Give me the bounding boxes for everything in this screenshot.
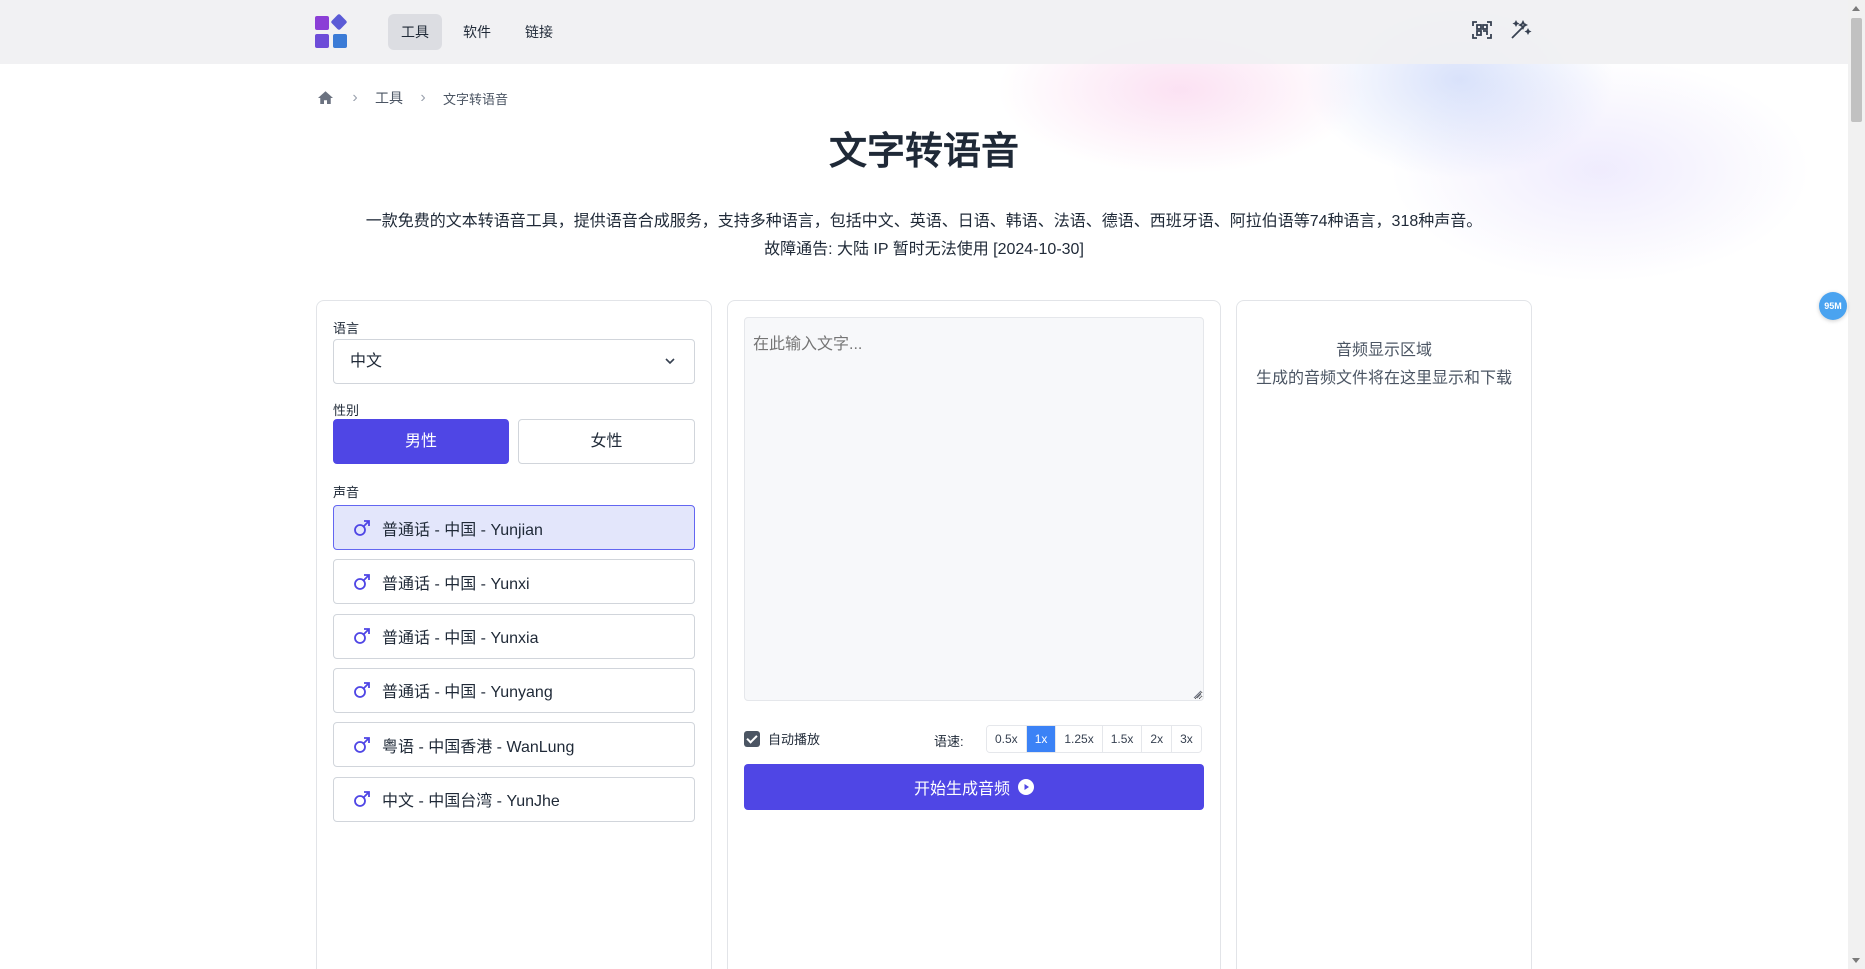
nav-item-links[interactable]: 链接	[512, 14, 566, 50]
play-circle-icon	[1018, 779, 1034, 795]
audio-panel: 音频显示区域 生成的音频文件将在这里显示和下载	[1236, 300, 1532, 969]
voice-option[interactable]: 普通话 - 中国 - Yunxia	[333, 613, 695, 659]
floating-badge[interactable]: 95M	[1819, 292, 1847, 320]
gender-female-button[interactable]: 女性	[518, 419, 695, 464]
scroll-up-icon[interactable]	[1852, 6, 1860, 11]
voice-option[interactable]: 普通话 - 中国 - Yunyang	[333, 667, 695, 713]
chevron-down-icon	[665, 358, 675, 365]
male-icon	[354, 682, 370, 699]
voice-option-label: 普通话 - 中国 - Yunxia	[382, 630, 539, 648]
chevron-right-icon: ›	[420, 89, 426, 106]
description-text: 一款免费的文本转语音工具，提供语音合成服务，支持多种语言，包括中文、英语、日语、…	[365, 213, 1483, 230]
generate-audio-button[interactable]: 开始生成音频	[744, 764, 1204, 810]
generate-label: 开始生成音频	[913, 781, 1010, 798]
speed-option[interactable]: 1.25x	[1056, 726, 1103, 752]
editor-panel: 自动播放 语速: 0.5x1x1.25x1.5x2x3x 开始生成音频	[727, 300, 1221, 969]
settings-panel: 语言 中文 性别 男性 女性 声音 普通话 - 中国 - Yunjian 普通话 …	[316, 300, 712, 969]
male-icon	[354, 736, 370, 753]
breadcrumb-tools[interactable]: 工具	[375, 88, 403, 108]
male-icon	[354, 573, 370, 590]
gender-label: 性别	[333, 403, 360, 418]
notice-text: 故障通告: 大陆 IP 暂时无法使用 [2024-10-30]	[764, 241, 1084, 258]
main-nav: 工具 软件 链接	[388, 14, 566, 50]
chevron-right-icon: ›	[352, 89, 358, 106]
voice-option[interactable]: 粤语 - 中国香港 - WanLung	[333, 722, 695, 768]
speed-option[interactable]: 0.5x	[987, 726, 1027, 752]
male-icon	[354, 791, 370, 807]
male-icon	[354, 519, 370, 536]
voice-option[interactable]: 普通话 - 中国 - Yunjian	[333, 505, 695, 550]
voice-option-label: 普通话 - 中国 - Yunxi	[382, 575, 530, 593]
scan-icon[interactable]	[1470, 18, 1494, 42]
nav-item-software[interactable]: 软件	[450, 14, 504, 50]
page-description: 一款免费的文本转语音工具，提供语音合成服务，支持多种语言，包括中文、英语、日语、…	[0, 208, 1848, 264]
page-scrollbar[interactable]	[1848, 0, 1865, 969]
top-actions	[1470, 18, 1532, 42]
text-input[interactable]	[744, 317, 1204, 701]
page-title: 文字转语音	[828, 131, 1019, 173]
breadcrumb-current: 文字转语音	[443, 91, 509, 107]
home-icon[interactable]	[316, 89, 335, 107]
resize-handle-icon[interactable]	[1193, 690, 1202, 699]
speed-option[interactable]: 1x	[1026, 726, 1057, 752]
audio-title: 音频显示区域	[1335, 342, 1432, 359]
autoplay-toggle[interactable]: 自动播放	[744, 729, 820, 748]
nav-item-tools[interactable]: 工具	[388, 14, 442, 50]
breadcrumb: › 工具 › 文字转语音	[316, 88, 508, 108]
top-navbar: 工具 软件 链接	[0, 0, 1848, 64]
voice-option-label: 普通话 - 中国 - Yunjian	[382, 521, 543, 539]
audio-placeholder: 音频显示区域 生成的音频文件将在这里显示和下载	[1237, 337, 1531, 393]
audio-subtitle: 生成的音频文件将在这里显示和下载	[1255, 370, 1512, 387]
language-label: 语言	[333, 321, 360, 336]
autoplay-checkbox[interactable]	[744, 730, 760, 747]
language-value: 中文	[350, 353, 383, 370]
speed-selector: 0.5x 1x 1.25x 1.5x 2x 3x	[986, 725, 1202, 753]
male-icon	[354, 628, 370, 644]
scroll-down-icon[interactable]	[1852, 958, 1860, 963]
speed-option[interactable]: 1.5x	[1102, 726, 1143, 752]
magic-wand-icon[interactable]	[1508, 18, 1532, 42]
logo-icon[interactable]	[315, 13, 349, 50]
voice-label: 声音	[333, 485, 360, 500]
gender-male-button[interactable]: 男性	[333, 419, 509, 464]
speed-option[interactable]: 3x	[1172, 726, 1201, 752]
voice-option[interactable]: 中文 - 中国台湾 - YunJhe	[333, 776, 695, 822]
autoplay-label: 自动播放	[768, 732, 821, 747]
voice-option-label: 中文 - 中国台湾 - YunJhe	[382, 793, 560, 810]
speed-option[interactable]: 2x	[1142, 726, 1173, 752]
voice-option-label: 粤语 - 中国香港 - WanLung	[382, 738, 575, 756]
voice-option[interactable]: 普通话 - 中国 - Yunxi	[333, 559, 695, 605]
voice-option-label: 普通话 - 中国 - Yunyang	[382, 684, 553, 702]
language-select[interactable]: 中文	[333, 339, 695, 384]
scroll-thumb[interactable]	[1851, 18, 1862, 122]
speed-label: 语速:	[934, 734, 964, 749]
